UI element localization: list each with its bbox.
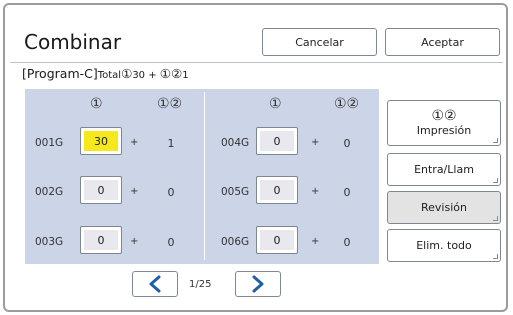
next-page-button[interactable] [235,271,281,297]
plus-sign: + [311,186,320,197]
page-indicator: 1/25 [189,279,212,290]
clear-all-label: Elim. todo [416,239,472,252]
total-count-1: 30 + [132,70,160,81]
total-symbol-12: ①② [159,66,183,81]
plus-sign: + [130,236,139,247]
total-count-12: 1 [182,70,189,81]
combined-count: 0 [343,137,351,150]
group-count-field[interactable]: 0 [80,176,122,204]
button-corner-mark [493,216,498,221]
group-label: 001G [35,137,64,149]
accept-button[interactable]: Aceptar [385,28,500,56]
col-header-1: ① [90,96,103,112]
column-divider [204,92,205,260]
button-corner-mark [493,138,498,143]
print-button[interactable]: ①② Impresión [387,100,501,146]
combined-count: 0 [343,186,351,199]
group-count-value: 0 [84,230,118,250]
print-label: Impresión [416,124,472,137]
combined-count: 0 [343,236,351,249]
chevron-left-icon [149,275,161,293]
plus-sign: + [311,137,320,148]
entry-recall-label: Entra/Llam [414,163,474,176]
group-count-field[interactable]: 30 [80,127,122,155]
review-label: Revisión [421,201,467,214]
col-header-12: ①② [334,96,360,112]
group-count-field[interactable]: 0 [256,226,298,254]
plus-sign: + [130,186,139,197]
group-label: 005G [221,186,250,198]
group-count-field[interactable]: 0 [256,127,298,155]
group-label: 006G [221,236,250,248]
group-count-value: 0 [84,180,118,200]
program-summary: [Program-C] Total ① 30 + ①② 1 [22,66,189,84]
col-header-12: ①② [157,96,183,112]
button-corner-mark [493,254,498,259]
total-symbol-1: ① [121,66,133,81]
combined-count: 0 [167,236,175,249]
combined-count: 0 [167,186,175,199]
previous-page-button[interactable] [132,271,178,297]
dialog-title: Combinar [24,30,122,54]
plus-sign: + [311,236,320,247]
groups-panel [25,89,379,264]
group-count-field[interactable]: 0 [256,176,298,204]
group-count-value: 0 [260,180,294,200]
plus-sign: + [130,137,139,148]
clear-all-button[interactable]: Elim. todo [387,229,501,262]
group-label: 003G [35,236,64,248]
group-label: 002G [35,186,64,198]
program-name: [Program-C] [22,66,98,81]
combined-count: 1 [167,137,175,150]
review-button[interactable]: Revisión [387,191,501,224]
entry-recall-button[interactable]: Entra/Llam [387,153,501,186]
total-label: Total [97,70,122,81]
group-count-field[interactable]: 0 [80,226,122,254]
print-symbol: ①② [431,108,457,124]
group-count-value: 0 [260,230,294,250]
chevron-right-icon [252,275,264,293]
header-divider [10,62,503,63]
group-label: 004G [221,137,250,149]
button-corner-mark [493,178,498,183]
cancel-button[interactable]: Cancelar [262,28,377,56]
group-count-value: 30 [84,131,118,151]
col-header-1: ① [269,96,282,112]
group-count-value: 0 [260,131,294,151]
